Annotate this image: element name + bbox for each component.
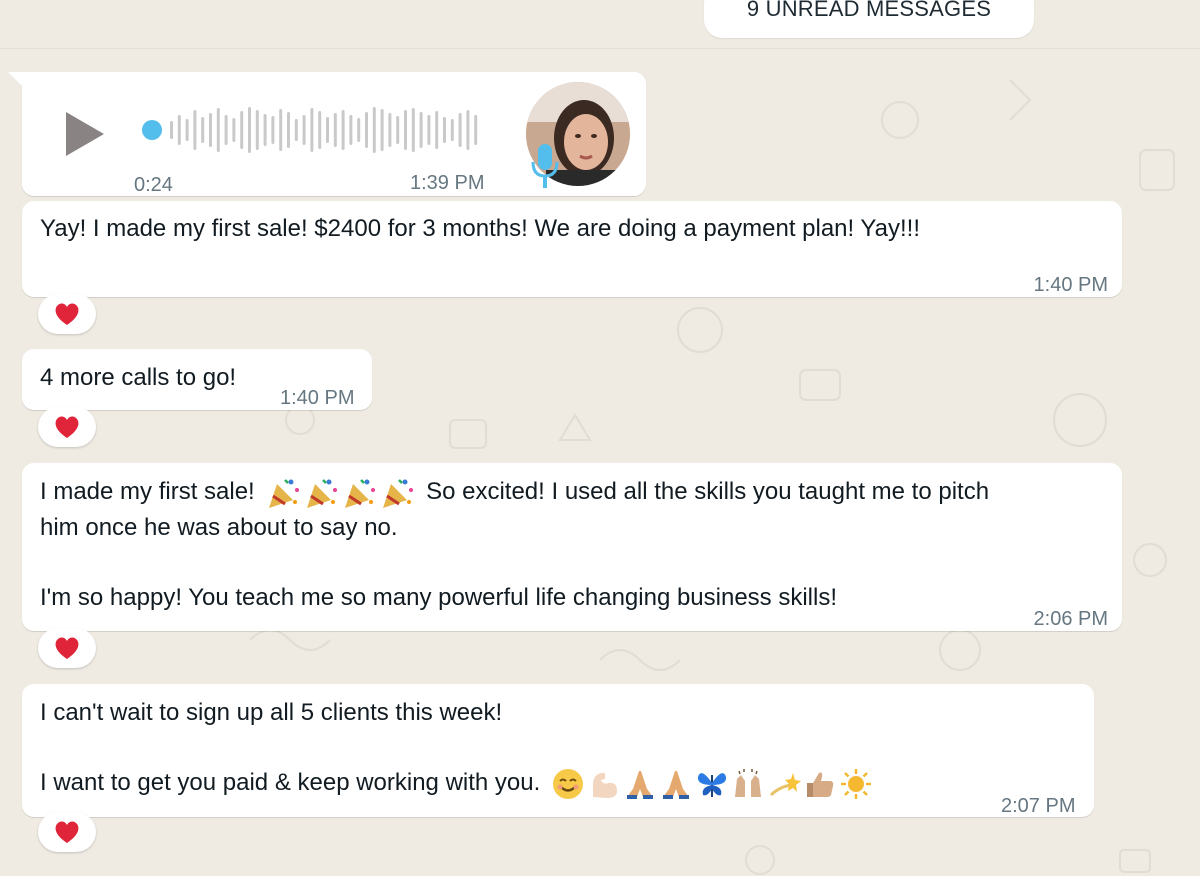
waveform-bar — [404, 110, 407, 150]
waveform-bar — [271, 116, 275, 144]
waveform-bar — [365, 112, 368, 148]
waveform-bar — [193, 110, 197, 150]
waveform-bar — [458, 113, 462, 147]
party-popper-icon — [303, 476, 339, 510]
butterfly-icon — [695, 767, 729, 801]
message-line: him once he was about to say no. — [40, 514, 398, 541]
waveform-bar — [435, 111, 439, 149]
flexed-biceps-icon — [587, 767, 621, 801]
message-line: I want to get you paid & keep working wi… — [40, 765, 877, 801]
waveform-bar — [177, 115, 181, 145]
party-popper-icon — [379, 476, 415, 510]
microphone-icon — [530, 142, 560, 190]
waveform-bar — [349, 115, 353, 145]
waveform-bar — [294, 119, 298, 141]
message-timestamp: 2:07 PM — [1001, 795, 1076, 817]
reaction-badge[interactable] — [38, 294, 96, 334]
waveform-bar — [466, 110, 470, 150]
waveform-bar — [419, 112, 423, 148]
bubble-tail — [8, 72, 22, 86]
waveform-bar — [443, 117, 446, 143]
message-timestamp: 1:39 PM — [410, 172, 485, 194]
waveform-bar — [474, 115, 478, 145]
dizzy-icon — [767, 767, 801, 801]
waveform-bar — [279, 109, 283, 151]
sun-icon — [839, 767, 873, 801]
raising-hands-icon — [731, 767, 765, 801]
voice-message-bubble[interactable]: 0:24 1:39 PM — [22, 72, 646, 196]
red-heart-icon — [55, 416, 79, 438]
folded-hands-icon — [623, 767, 657, 801]
waveform-bar — [232, 118, 236, 142]
waveform-seekbar[interactable] — [158, 106, 478, 154]
seek-handle[interactable] — [142, 120, 162, 140]
message-timestamp: 2:06 PM — [1033, 608, 1108, 630]
waveform-bar — [326, 117, 329, 143]
message-bubble[interactable]: 4 more calls to go! 1:40 PM — [22, 349, 372, 410]
waveform-bar — [396, 116, 400, 144]
message-timestamp: 1:40 PM — [280, 387, 355, 409]
waveform-bar — [224, 115, 228, 145]
play-icon[interactable] — [62, 108, 118, 164]
waveform-bar — [216, 108, 220, 152]
waveform-bar — [380, 109, 384, 151]
waveform-bar — [388, 113, 392, 147]
message-bubble[interactable]: I can't wait to sign up all 5 clients th… — [22, 684, 1094, 817]
message-text: I can't wait to sign up all 5 clients th… — [40, 695, 877, 801]
waveform-bar — [287, 112, 290, 148]
waveform-bar — [372, 107, 376, 153]
message-line: I can't wait to sign up all 5 clients th… — [40, 699, 503, 726]
waveform-bar — [201, 117, 205, 143]
message-timestamp: 1:40 PM — [1033, 274, 1108, 296]
waveform-bar — [255, 110, 259, 150]
party-popper-emojis — [265, 476, 415, 510]
waveform-bar — [318, 111, 322, 149]
party-popper-icon — [265, 476, 301, 510]
message-text: I made my first sale! So excited! I used… — [40, 474, 989, 616]
red-heart-icon — [55, 637, 79, 659]
unread-divider: 9 UNREAD MESSAGES — [0, 0, 1200, 49]
thumbs-up-icon — [803, 767, 837, 801]
smiling-face-icon — [551, 767, 585, 801]
waveform-bar — [185, 119, 189, 141]
voice-duration: 0:24 — [134, 174, 173, 196]
reaction-badge[interactable] — [38, 407, 96, 447]
folded-hands-icon — [659, 767, 693, 801]
waveform-bar — [411, 108, 415, 152]
reaction-badge[interactable] — [38, 812, 96, 852]
message-bubble[interactable]: Yay! I made my first sale! $2400 for 3 m… — [22, 201, 1122, 297]
party-popper-icon — [341, 476, 377, 510]
reaction-badge[interactable] — [38, 628, 96, 668]
red-heart-icon — [55, 821, 79, 843]
waveform-bar — [263, 114, 267, 146]
red-heart-icon — [55, 303, 79, 325]
message-line: I'm so happy! You teach me so many power… — [40, 584, 838, 611]
message-text: Yay! I made my first sale! $2400 for 3 m… — [40, 215, 921, 242]
waveform-bar — [240, 111, 244, 149]
unread-messages-badge: 9 UNREAD MESSAGES — [704, 0, 1034, 38]
emoji-sequence — [551, 767, 873, 801]
waveform-bar — [248, 107, 251, 153]
waveform-bar — [341, 110, 345, 150]
waveform-bar — [357, 118, 361, 142]
message-bubble[interactable]: I made my first sale! So excited! I used… — [22, 463, 1122, 631]
waveform-bar — [333, 113, 337, 147]
message-text: 4 more calls to go! — [40, 364, 237, 391]
waveform-bar — [310, 108, 314, 152]
waveform-bar — [209, 113, 212, 147]
waveform-bar — [170, 121, 173, 139]
waveform-bar — [427, 115, 431, 145]
message-line: I made my first sale! So excited! I used… — [40, 474, 989, 510]
waveform-bar — [302, 115, 306, 145]
waveform-bar — [450, 119, 454, 141]
